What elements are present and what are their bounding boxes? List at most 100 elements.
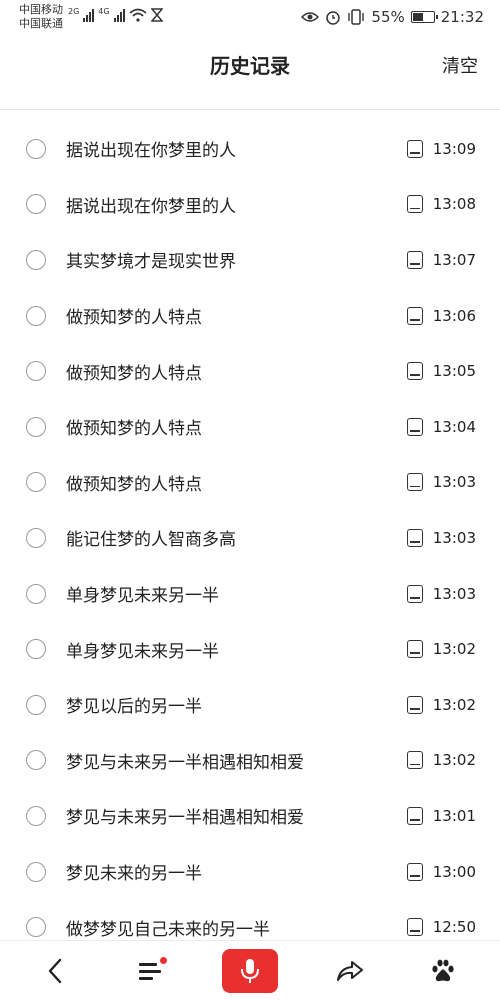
history-query: 据说出现在你梦里的人 [66,141,236,162]
history-row[interactable]: 做梦梦见自己未来的另一半 12:50 [0,899,500,941]
history-query: 做预知梦的人特点 [66,308,202,329]
phone-device-icon [407,195,423,214]
carrier-2: 中国联通 [19,17,63,30]
clock: 21:32 [440,8,484,26]
select-radio[interactable] [26,194,46,215]
battery-icon [410,11,438,23]
select-radio[interactable] [26,361,46,382]
status-right: 55% 21:32 [301,8,484,26]
phone-device-icon [407,306,423,325]
notification-dot [160,957,167,964]
menu-button[interactable] [126,941,176,1000]
history-row[interactable]: 梦见以后的另一半 13:02 [0,677,500,733]
history-row[interactable]: 梦见与未来另一半相遇相知相爱 13:01 [0,788,500,844]
history-time: 13:02 [432,695,476,714]
history-time: 13:03 [432,584,476,603]
baidu-button[interactable] [418,941,468,1000]
select-radio[interactable] [26,249,46,270]
history-query: 做预知梦的人特点 [66,363,202,384]
phone-device-icon [407,584,423,603]
signal-indicators: 2G 4G [68,8,163,22]
phone-device-icon [407,250,423,269]
history-time: 13:02 [432,640,476,659]
history-row[interactable]: 做预知梦的人特点 13:06 [0,288,500,344]
history-row[interactable]: 做预知梦的人特点 13:04 [0,399,500,455]
history-query: 做预知梦的人特点 [66,474,202,495]
select-radio[interactable] [26,583,46,604]
phone-device-icon [407,362,423,381]
history-row[interactable]: 单身梦见未来另一半 13:03 [0,566,500,622]
select-radio[interactable] [26,305,46,326]
back-button[interactable] [30,941,80,1000]
net-type-1: 2G [68,7,80,16]
select-radio[interactable] [26,639,46,660]
select-radio[interactable] [26,527,46,548]
history-row[interactable]: 做预知梦的人特点 13:05 [0,343,500,399]
history-row[interactable]: 据说出现在你梦里的人 13:09 [0,121,500,177]
select-radio[interactable] [26,138,46,159]
history-query: 梦见与未来另一半相遇相知相爱 [66,752,304,773]
history-query: 其实梦境才是现实世界 [66,252,236,273]
voice-search-button[interactable] [221,941,279,1000]
hourglass-icon [150,8,163,22]
history-time: 13:00 [432,862,476,881]
phone-device-icon [407,640,423,659]
wifi-icon [129,8,147,22]
phone-device-icon [407,139,423,158]
history-query: 能记住梦的人智商多高 [66,530,236,551]
select-radio[interactable] [26,472,46,493]
mic-icon [241,959,259,983]
history-time: 13:03 [432,473,476,492]
back-icon [48,958,62,984]
phone-device-icon [407,862,423,881]
history-query: 单身梦见未来另一半 [66,586,219,607]
phone-device-icon [407,528,423,547]
baidu-paw-icon [432,959,454,982]
phone-device-icon [407,417,423,436]
history-row[interactable]: 单身梦见未来另一半 13:02 [0,621,500,677]
share-button[interactable] [325,941,375,1000]
header: 历史记录 清空 [0,36,500,110]
history-list: 据说出现在你梦里的人 13:09 据说出现在你梦里的人 13:08 其实梦境才是现实世界… [0,121,500,941]
history-time: 13:01 [432,806,476,825]
history-query: 据说出现在你梦里的人 [66,196,236,217]
bottom-nav [0,940,500,1000]
history-row[interactable]: 据说出现在你梦里的人 13:08 [0,177,500,233]
phone-device-icon [407,473,423,492]
phone-device-icon [407,918,423,937]
status-bar: 中国移动 中国联通 2G 4G 55% 21:32 [0,0,500,36]
mic-background [222,949,278,993]
battery-percent: 55% [371,8,405,26]
history-time: 13:06 [432,306,476,325]
history-query: 梦见与未来另一半相遇相知相爱 [66,808,304,829]
select-radio[interactable] [26,861,46,882]
signal-icon [83,8,95,22]
vibrate-icon [348,9,365,25]
select-radio[interactable] [26,917,46,938]
phone-device-icon [407,695,423,714]
history-row[interactable]: 能记住梦的人智商多高 13:03 [0,510,500,566]
phone-device-icon [407,806,423,825]
net-type-2: 4G [98,7,110,16]
alarm-icon [326,11,341,25]
menu-icon [139,957,167,981]
history-row[interactable]: 其实梦境才是现实世界 13:07 [0,232,500,288]
eye-icon [301,12,320,22]
history-query: 单身梦见未来另一半 [66,641,219,662]
history-row[interactable]: 梦见与未来另一半相遇相知相爱 13:02 [0,733,500,789]
history-query: 梦见未来的另一半 [66,864,202,885]
select-radio[interactable] [26,750,46,771]
history-row[interactable]: 梦见未来的另一半 13:00 [0,844,500,900]
battery-fill [412,13,424,21]
history-time: 13:09 [432,139,476,158]
select-radio[interactable] [26,416,46,437]
history-time: 13:03 [432,528,476,547]
clear-button[interactable]: 清空 [442,52,478,78]
history-time: 13:04 [432,417,476,436]
select-radio[interactable] [26,805,46,826]
select-radio[interactable] [26,694,46,715]
history-row[interactable]: 做预知梦的人特点 13:03 [0,455,500,511]
history-time: 13:02 [432,751,476,770]
history-query: 梦见以后的另一半 [66,697,202,718]
history-time: 13:07 [432,250,476,269]
